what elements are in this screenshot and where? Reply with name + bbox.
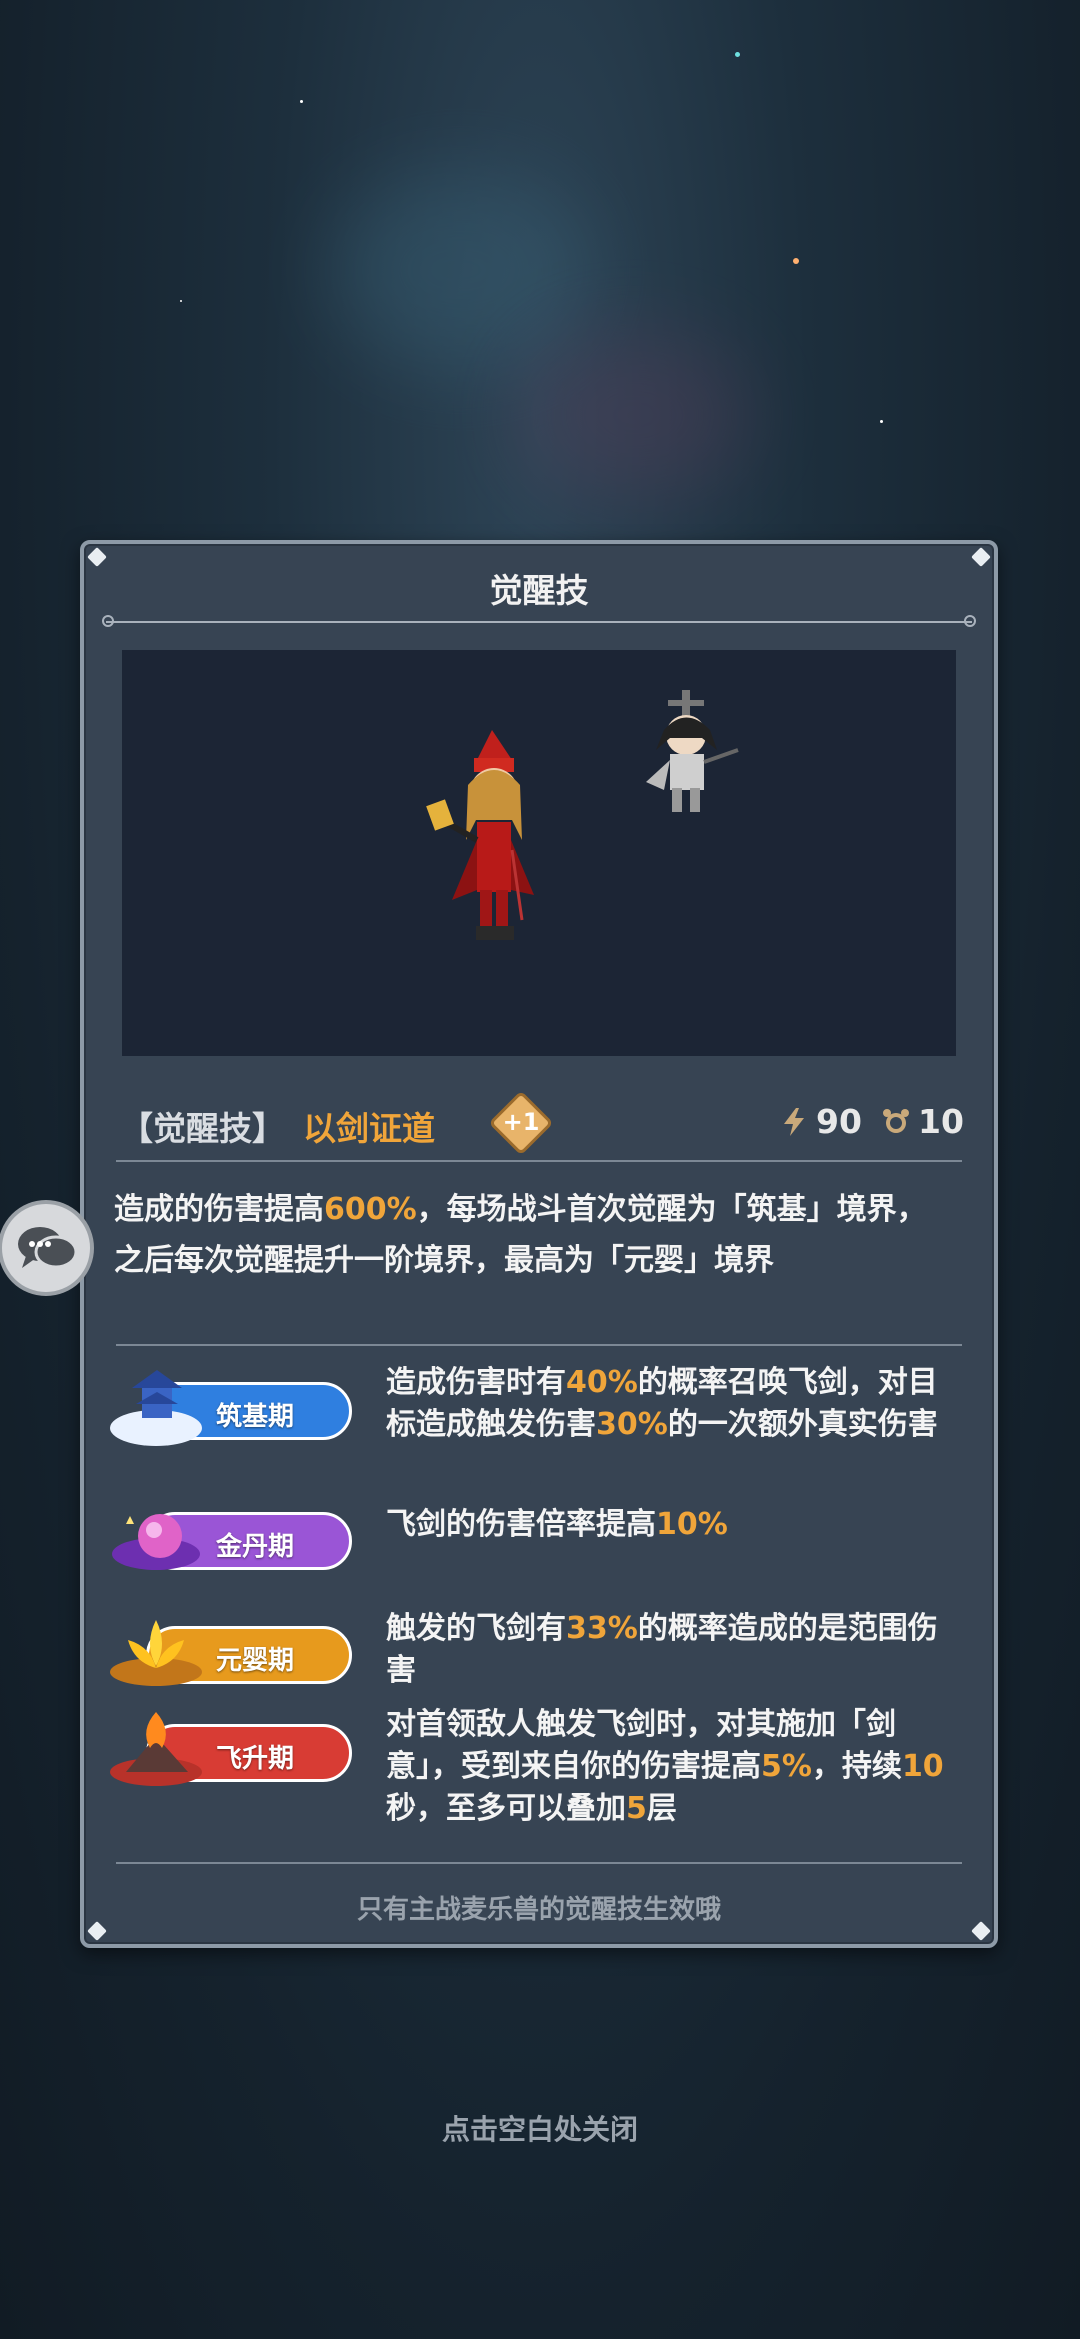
divider [116, 1160, 962, 1162]
chat-bubble-icon [18, 1227, 78, 1269]
realm-label: 金丹期 [216, 1532, 295, 1562]
effect-text: 触发的飞剑有 [386, 1611, 566, 1646]
flame-mountain-icon [110, 1712, 202, 1786]
realm-effect-text: 触发的飞剑有33%的概率造成的是范围伤害 [386, 1608, 946, 1692]
swordsman-character [646, 690, 739, 812]
skill-type-label: 【觉醒技】 [120, 1109, 285, 1148]
chat-bubble-button[interactable] [0, 1200, 94, 1296]
energy-value: 90 [816, 1102, 862, 1141]
realm-row-jindan: 金丹期 飞剑的伤害倍率提高10% [106, 1504, 952, 1594]
realm-label: 飞升期 [216, 1744, 295, 1774]
realm-row-yuanying: 元婴期 触发的飞剑有33%的概率造成的是范围伤害 [106, 1608, 952, 1698]
divider [116, 1344, 962, 1346]
realm-badge-yuanying: 元婴期 [106, 1618, 356, 1692]
effect-value: 10% [656, 1507, 728, 1542]
realm-badge-zhuji: 筑基期 [106, 1370, 356, 1448]
alarm-clock-icon [883, 1109, 909, 1133]
effect-text: 造成伤害时有 [386, 1365, 566, 1400]
effect-text: ，持续 [811, 1749, 902, 1784]
realm-row-zhuji: 筑基期 造成伤害时有40%的概率召唤飞剑，对目标造成触发伤害30%的一次额外真实… [106, 1362, 952, 1502]
effect-text: 飞剑的伤害倍率提高 [386, 1507, 656, 1542]
realm-badge-feisheng: 飞升期 [106, 1712, 356, 1790]
skill-name: 以剑证道 [303, 1109, 435, 1148]
awakening-skill-panel: 觉醒技 【觉醒技】 以剑证道 +1 90 10 造成的伤害提高600%，每场战斗… [80, 540, 998, 1948]
star [180, 300, 182, 302]
realm-effect-text: 造成伤害时有40%的概率召唤飞剑，对目标造成触发伤害30%的一次额外真实伤害 [386, 1362, 946, 1446]
effect-text: 秒，至多可以叠加 [386, 1791, 626, 1826]
cooldown-value: 10 [918, 1102, 964, 1141]
effect-value: 40% [566, 1365, 638, 1400]
realm-effect-text: 飞剑的伤害倍率提高10% [386, 1504, 946, 1546]
skill-preview [122, 650, 956, 1056]
footer-note: 只有主战麦乐兽的觉醒技生效哦 [356, 1895, 721, 1925]
character-sprites [426, 690, 739, 940]
skill-header: 【觉醒技】 以剑证道 +1 90 10 [120, 1090, 966, 1156]
pagoda-cloud-icon [110, 1370, 202, 1446]
lotus-icon [110, 1620, 202, 1686]
realm-badge-jindan: 金丹期 [106, 1504, 356, 1578]
title-divider [102, 615, 976, 627]
star [880, 420, 883, 423]
golden-orb-icon [112, 1514, 200, 1570]
star [735, 52, 740, 57]
effect-value: 5 [626, 1791, 647, 1826]
tap-to-close-hint[interactable]: 点击空白处关闭 [0, 2108, 1080, 2148]
skill-description: 造成的伤害提高600%，每场战斗首次觉醒为「筑基」境界，之后每次觉醒提升一阶境界… [114, 1184, 944, 1286]
effect-value: 5% [761, 1749, 812, 1784]
realm-label: 筑基期 [216, 1402, 295, 1432]
effect-value: 10 [901, 1749, 944, 1784]
panel-title: 觉醒技 [489, 571, 589, 610]
description-text: 造成的伤害提高 [114, 1192, 324, 1227]
star [793, 258, 799, 264]
level-plus-text: +1 [502, 1108, 540, 1136]
effect-text: 层 [646, 1791, 677, 1826]
realm-effect-text: 对首领敌人触发飞剑时，对其施加「剑意」，受到来自你的伤害提高5%，持续10秒，至… [386, 1704, 946, 1830]
effect-value: 33% [566, 1611, 638, 1646]
divider [116, 1862, 962, 1864]
lightning-icon [784, 1108, 804, 1136]
nebula-glow [520, 330, 750, 500]
star [300, 100, 303, 103]
effect-value: 30% [596, 1407, 668, 1442]
realm-label: 元婴期 [216, 1646, 295, 1676]
description-value: 600% [324, 1192, 417, 1227]
mage-character [426, 730, 534, 940]
effect-text: 的一次额外真实伤害 [667, 1407, 938, 1442]
realm-row-feisheng: 飞升期 对首领敌人触发飞剑时，对其施加「剑意」，受到来自你的伤害提高5%，持续1… [106, 1704, 952, 1834]
nebula-glow [330, 170, 590, 370]
